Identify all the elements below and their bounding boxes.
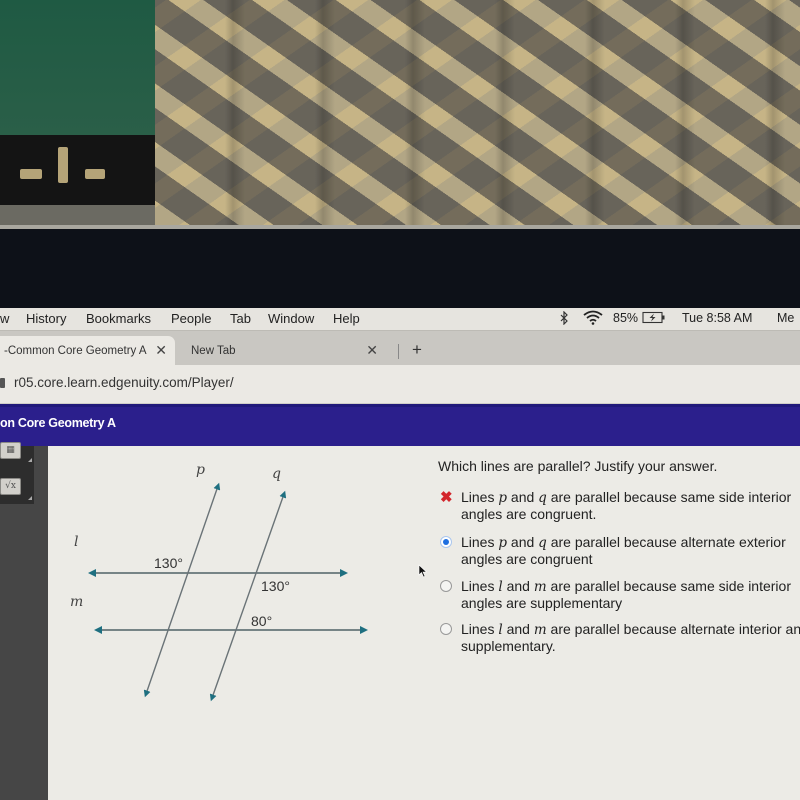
menu-tab[interactable]: Tab [230,311,251,326]
menu-bookmarks[interactable]: Bookmarks [86,311,151,326]
parallel-lines-diagram: p q l m 130° 130° 80° [70,462,368,702]
label-l: l [74,534,78,550]
angle-label-80: 80° [251,613,272,629]
label-m: m [70,594,83,610]
shelf [0,205,165,225]
close-tab-icon[interactable]: ✕ [366,342,378,359]
new-tab-button[interactable]: + [412,340,422,360]
expand-corner-icon [28,496,32,500]
monitor-bezel [0,229,800,308]
close-tab-icon[interactable]: ✕ [155,342,167,359]
tool-strip: ▦ √x [0,442,48,800]
black-box [0,135,165,205]
question-content: p q l m 130° 130° 80° Which lines are pa… [48,446,800,800]
url-text[interactable]: r05.core.learn.edgenuity.com/Player/ [14,375,234,390]
wifi-icon[interactable] [583,310,603,328]
lock-icon [0,378,5,388]
choice-text: Lines l and m are parallel because alter… [461,621,800,654]
tab-strip: -Common Core Geometry A ✕ New Tab ✕ + [0,331,800,365]
angle-label-130-upper: 130° [154,555,183,571]
bluetooth-icon[interactable] [559,310,569,328]
menu-help[interactable]: Help [333,311,360,326]
chevron-curtain-overlay [155,0,800,225]
tool-palette: ▦ √x [0,442,34,504]
course-title: on Core Geometry A [0,416,116,430]
menu-people[interactable]: People [171,311,211,326]
mouse-pointer-icon [418,564,428,578]
sqrt-tool-button[interactable]: √x [0,478,21,495]
tab-label: New Tab [191,344,236,357]
menu-bar: w History Bookmarks People Tab Window He… [0,308,800,331]
sqrt-icon: √x [5,481,16,491]
menu-view[interactable]: w [0,311,9,326]
choice-text: Lines l and m are parallel because same … [461,578,791,611]
clock[interactable]: Tue 8:58 AM [682,311,752,325]
calculator-tool-button[interactable]: ▦ [0,442,21,459]
line-p [143,482,221,698]
screen: w History Bookmarks People Tab Window He… [0,308,800,800]
line-q [209,490,287,702]
menu-window[interactable]: Window [268,311,314,326]
radio-unselected[interactable] [440,580,453,593]
incorrect-x-icon: ✖ [440,489,453,506]
label-q: q [272,466,281,482]
course-header: on Core Geometry A [0,404,800,449]
choice-text: Lines p and q are parallel because alter… [461,534,786,567]
radio-selected[interactable] [440,536,453,549]
tab-new-tab[interactable]: New Tab ✕ [185,336,400,365]
menu-history[interactable]: History [26,311,66,326]
expand-corner-icon [28,458,32,462]
tab-divider [398,344,399,359]
angle-label-130-lower: 130° [261,578,290,594]
calculator-icon: ▦ [6,445,15,455]
tab-label: -Common Core Geometry A [4,344,147,357]
tab-common-core-geometry[interactable]: -Common Core Geometry A ✕ [0,336,175,365]
choice-text: Lines p and q are parallel because same … [461,489,792,522]
battery-charging-icon[interactable] [642,311,666,327]
question-prompt: Which lines are parallel? Justify your a… [438,458,718,474]
menu-overflow[interactable]: Me [777,311,794,325]
label-p: p [196,462,205,478]
radio-unselected[interactable] [440,623,453,636]
battery-percent: 85% [613,311,639,325]
address-bar[interactable]: r05.core.learn.edgenuity.com/Player/ [0,365,800,404]
